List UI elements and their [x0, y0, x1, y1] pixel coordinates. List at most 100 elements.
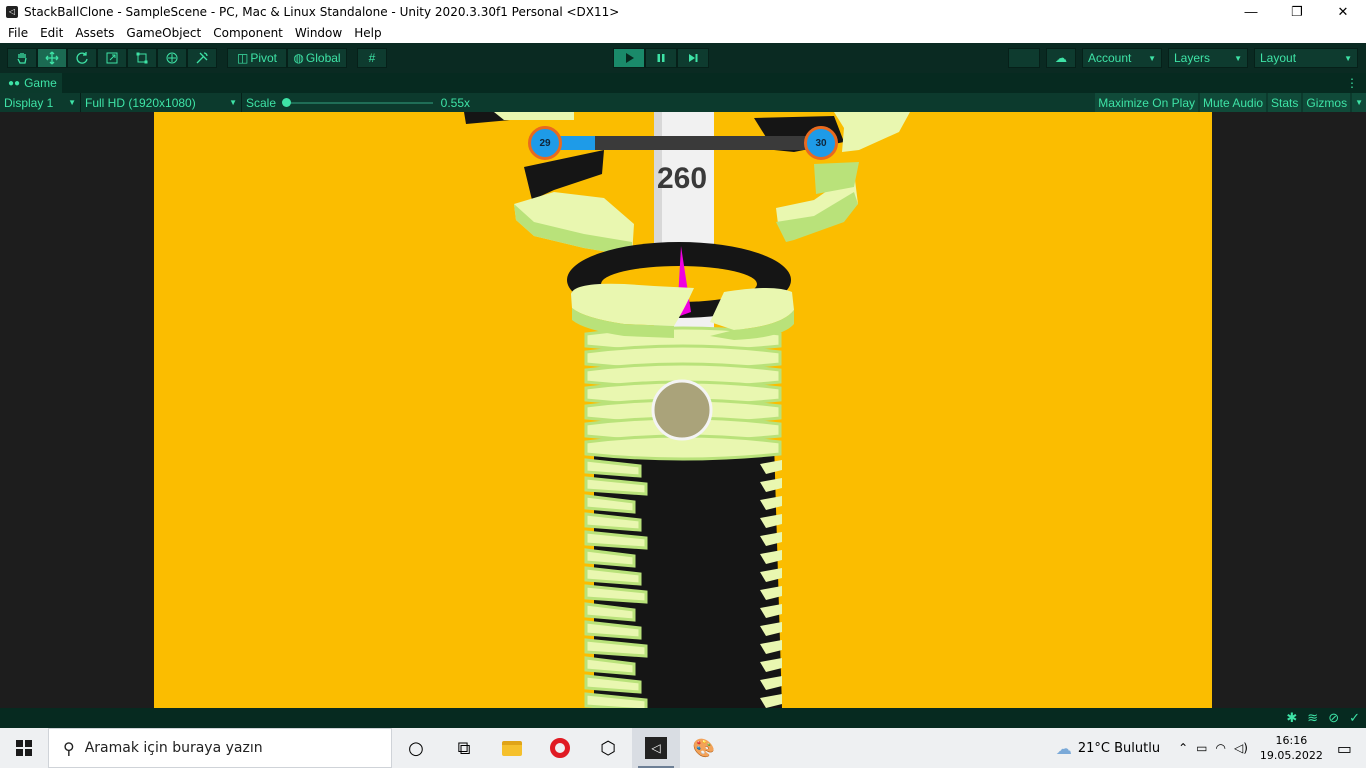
global-toggle[interactable]: ◍ Global: [287, 48, 347, 68]
play-controls: [613, 48, 709, 68]
transform-tool-icon[interactable]: [157, 48, 187, 68]
gizmos-toggle[interactable]: Gizmos: [1303, 93, 1351, 112]
cloud-weather-icon: ☁: [1055, 738, 1072, 758]
menu-edit[interactable]: Edit: [34, 26, 69, 40]
current-level-badge: 29: [528, 126, 562, 160]
taskbar-search-box[interactable]: ⚲ Aramak için buraya yazın: [48, 728, 392, 768]
close-button[interactable]: ✕: [1320, 0, 1366, 23]
level-progress-track: [550, 136, 814, 150]
maximize-on-play-toggle[interactable]: Maximize On Play: [1095, 93, 1198, 112]
next-level-badge: 30: [804, 126, 838, 160]
unity-app-icon: ◁: [6, 5, 18, 18]
weather-text: 21°C Bulutlu: [1077, 740, 1161, 756]
menu-window[interactable]: Window: [289, 26, 348, 40]
menu-assets[interactable]: Assets: [69, 26, 120, 40]
pivot-label: Pivot: [250, 51, 278, 65]
layers-icon[interactable]: ≋: [1307, 710, 1318, 726]
chevron-down-icon: ▼: [1234, 53, 1242, 63]
clock-time: 16:16: [1275, 734, 1308, 747]
unity-hub-icon[interactable]: ⬡: [584, 728, 632, 768]
game-view[interactable]: 29 30 260: [154, 112, 1212, 708]
move-tool-icon[interactable]: [37, 48, 67, 68]
battery-icon[interactable]: ▭: [1196, 741, 1207, 755]
cortana-icon[interactable]: ○: [392, 728, 440, 768]
grid-snap-icon[interactable]: #: [357, 48, 387, 68]
start-button[interactable]: [0, 728, 48, 768]
play-button[interactable]: [613, 48, 645, 68]
chevron-down-icon: ▼: [68, 98, 76, 107]
menu-component[interactable]: Component: [207, 26, 289, 40]
mute-audio-toggle[interactable]: Mute Audio: [1200, 93, 1267, 112]
global-label: Global: [305, 51, 341, 65]
scale-tool-icon[interactable]: [97, 48, 127, 68]
cloud-icon[interactable]: ☁: [1046, 48, 1076, 68]
menu-bar: File Edit Assets GameObject Component Wi…: [0, 23, 1366, 43]
layers-label: Layers: [1174, 51, 1211, 65]
display-dropdown[interactable]: Display 1 ▼: [0, 93, 80, 112]
clock-date: 19.05.2022: [1259, 749, 1323, 762]
chevron-down-icon: ▼: [229, 98, 237, 107]
layout-label: Layout: [1260, 51, 1297, 65]
tab-menu-icon[interactable]: ⋮: [1346, 76, 1358, 90]
unity-editor-icon[interactable]: ◁: [632, 728, 680, 768]
minimize-button[interactable]: —: [1228, 0, 1274, 23]
opera-browser-icon[interactable]: [536, 728, 584, 768]
taskbar-clock[interactable]: 16:16 19.05.2022: [1260, 733, 1323, 763]
handle-toggles: ◫ Pivot ◍ Global: [227, 48, 347, 68]
window-title-bar: ◁ StackBallClone - SampleScene - PC, Mac…: [0, 0, 1366, 23]
stats-toggle[interactable]: Stats: [1268, 93, 1302, 112]
gizmos-dropdown-icon[interactable]: ▼: [1352, 93, 1366, 112]
step-button[interactable]: [677, 48, 709, 68]
account-label: Account: [1088, 51, 1132, 65]
transform-tools: [7, 48, 217, 68]
pause-icon: [657, 54, 665, 62]
pivot-toggle[interactable]: ◫ Pivot: [227, 48, 287, 68]
check-icon[interactable]: ✓: [1349, 710, 1360, 726]
hand-tool-icon[interactable]: [7, 48, 37, 68]
cache-icon[interactable]: ⊘: [1328, 710, 1339, 726]
system-tray: ☁ 21°C Bulutlu ⌃ ▭ ◠ ◁) 16:16 19.05.2022…: [1056, 728, 1366, 768]
chevron-down-icon: ▼: [1148, 53, 1156, 63]
play-icon: [626, 53, 634, 63]
layers-dropdown[interactable]: Layers ▼: [1168, 48, 1248, 68]
level-progress-hud: 29 30: [528, 126, 840, 160]
custom-tool-icon[interactable]: [187, 48, 217, 68]
chevron-down-icon: ▼: [1344, 53, 1352, 63]
collab-button[interactable]: [1008, 48, 1040, 68]
scale-slider[interactable]: [282, 97, 433, 107]
account-dropdown[interactable]: Account ▼: [1082, 48, 1162, 68]
scale-value: 0.55x: [440, 95, 470, 110]
notification-icon[interactable]: ▭: [1337, 739, 1352, 758]
layout-dropdown[interactable]: Layout ▼: [1254, 48, 1358, 68]
weather-widget[interactable]: ☁ 21°C Bulutlu: [1056, 739, 1160, 758]
maximize-button[interactable]: ❐: [1274, 0, 1320, 23]
menu-gameobject[interactable]: GameObject: [120, 26, 207, 40]
scale-slider-thumb[interactable]: [282, 97, 292, 107]
task-view-icon[interactable]: ⧉: [440, 728, 488, 768]
bug-icon[interactable]: ✱: [1286, 710, 1297, 726]
resolution-dropdown[interactable]: Full HD (1920x1080) ▼: [81, 93, 241, 112]
file-explorer-icon[interactable]: [488, 728, 536, 768]
wifi-icon[interactable]: ◠: [1215, 741, 1225, 755]
main-toolbar: ◫ Pivot ◍ Global # ☁ Account ▼ Layers ▼ Layo…: [0, 43, 1366, 73]
menu-help[interactable]: Help: [348, 26, 387, 40]
rect-tool-icon[interactable]: [127, 48, 157, 68]
scale-control: Scale 0.55x: [242, 93, 474, 112]
gamepad-icon: ●●: [8, 77, 21, 89]
paint-icon[interactable]: 🎨: [680, 728, 728, 768]
player-ball: [651, 379, 713, 441]
search-placeholder: Aramak için buraya yazın: [84, 740, 263, 756]
right-toolbar: ☁ Account ▼ Layers ▼ Layout ▼: [1008, 48, 1358, 68]
tab-game[interactable]: ●● Game: [0, 73, 62, 93]
rotate-tool-icon[interactable]: [67, 48, 97, 68]
volume-icon[interactable]: ◁): [1234, 741, 1248, 755]
menu-file[interactable]: File: [0, 26, 34, 40]
pause-button[interactable]: [645, 48, 677, 68]
windows-taskbar: ⚲ Aramak için buraya yazın ○ ⧉ ⬡ ◁ 🎨 ☁ 2…: [0, 728, 1366, 768]
game-view-toolbar: Display 1 ▼ Full HD (1920x1080) ▼ Scale 0.…: [0, 93, 1366, 112]
scale-label: Scale: [246, 95, 277, 110]
display-label: Display 1: [4, 95, 54, 110]
game-scene: [464, 112, 910, 708]
chevron-up-icon[interactable]: ⌃: [1178, 741, 1188, 755]
search-icon: ⚲: [63, 738, 75, 758]
